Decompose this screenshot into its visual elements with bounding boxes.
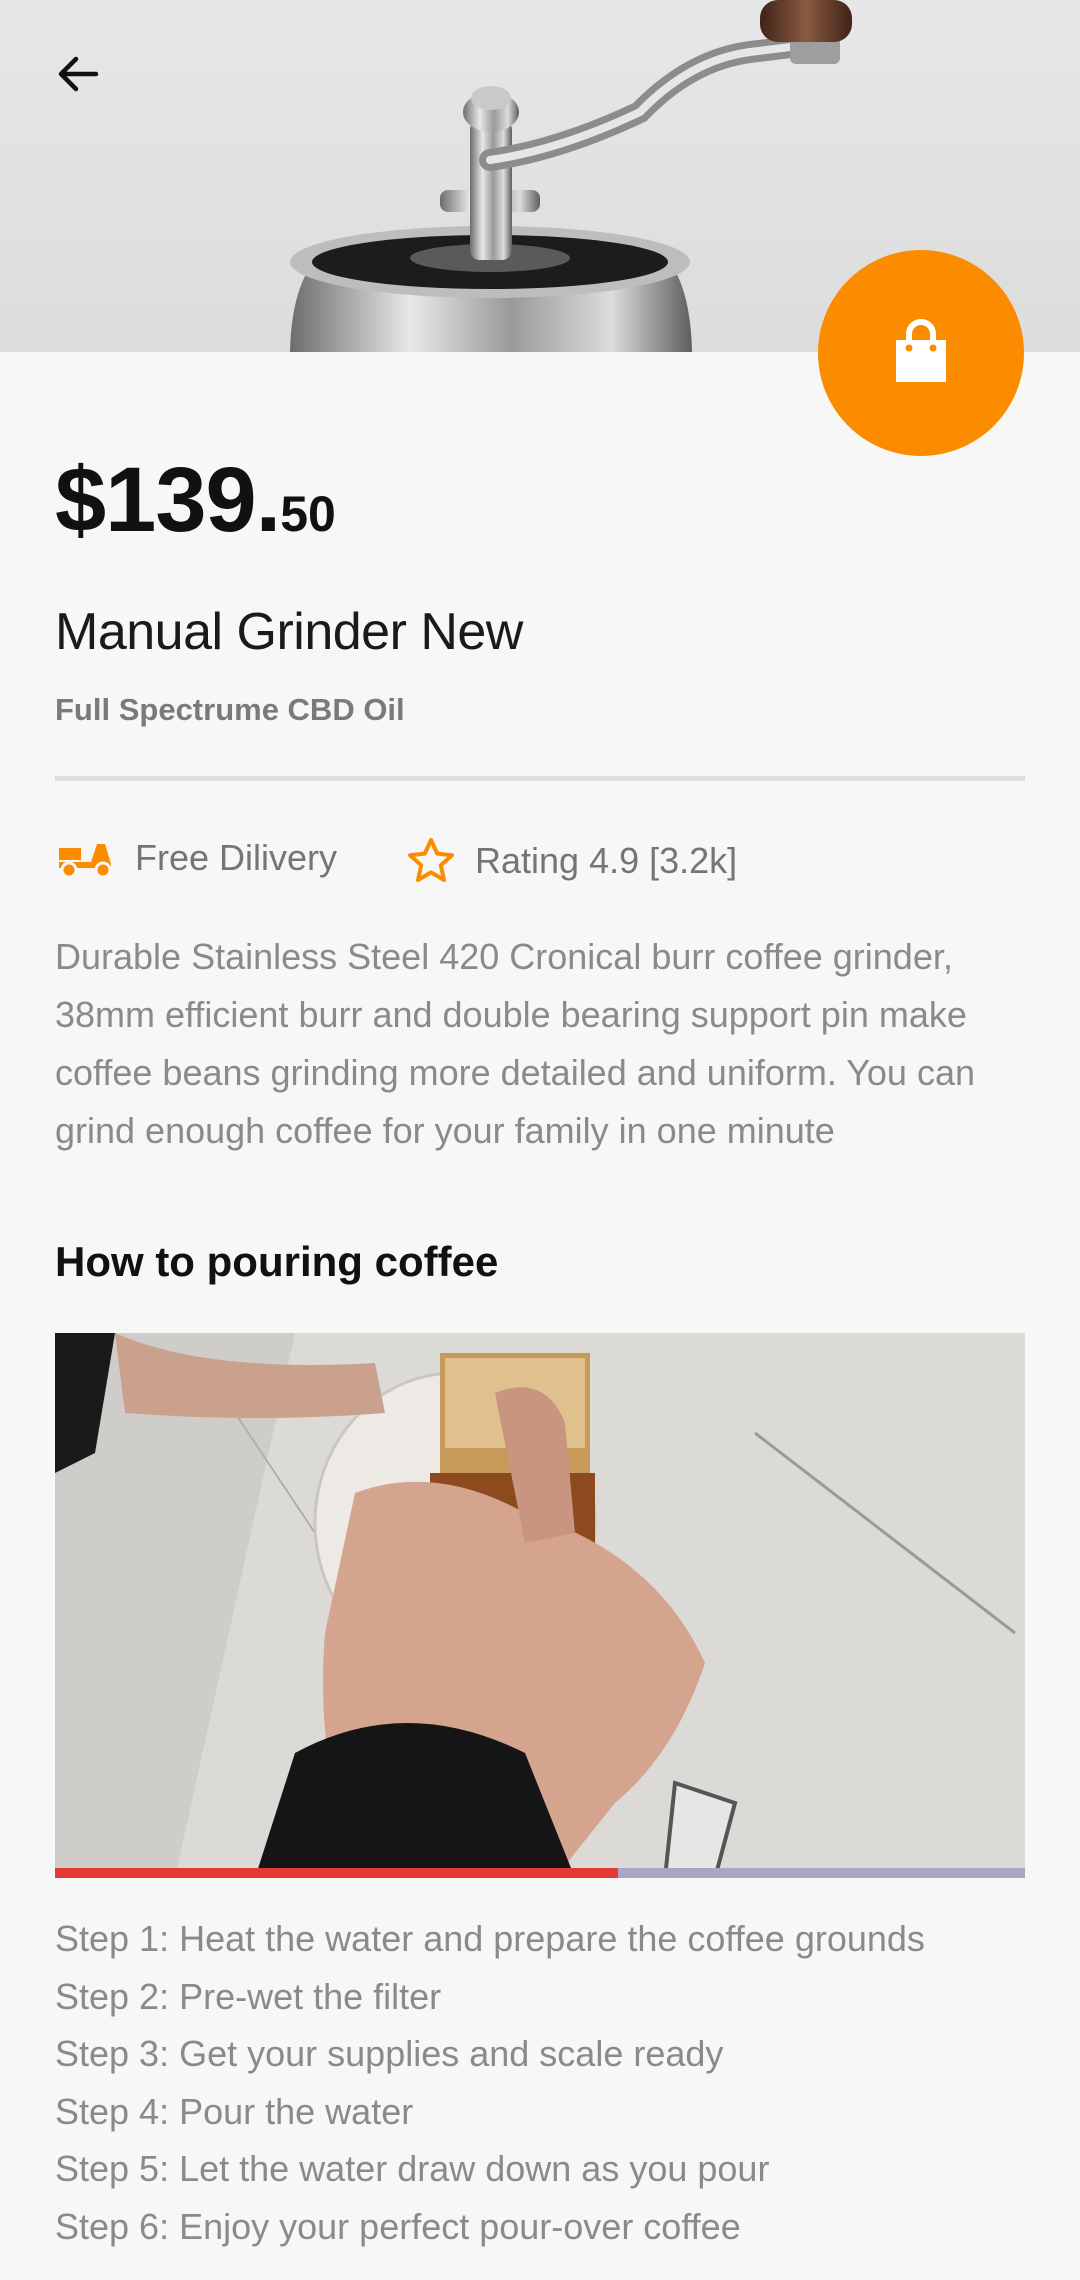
product-title: Manual Grinder New xyxy=(55,603,523,661)
delivery-scooter-icon xyxy=(59,844,112,879)
free-delivery-label: Free Dilivery xyxy=(135,837,338,878)
step-item: Step 4: Pour the water xyxy=(55,2090,414,2132)
add-to-cart-button[interactable] xyxy=(818,250,1024,456)
back-button[interactable] xyxy=(40,36,116,112)
step-item: Step 1: Heat the water and prepare the c… xyxy=(55,1918,925,1959)
shopping-bag-icon xyxy=(896,319,946,382)
product-description: Durable Stainless Steel 420 Cronical bur… xyxy=(55,936,975,1151)
arrow-left-icon xyxy=(58,56,99,92)
product-price: $139.50 xyxy=(55,448,336,553)
how-to-title: How to pouring coffee xyxy=(55,1238,499,1285)
product-subtitle: Full Spectrume CBD Oil xyxy=(55,692,405,727)
step-item: Step 3: Get your supplies and scale read… xyxy=(55,2033,724,2075)
video-progress-bar[interactable] xyxy=(55,1868,1025,1878)
step-item: Step 2: Pre-wet the filter xyxy=(55,1975,442,2017)
divider xyxy=(55,776,1025,781)
rating-feature: Rating 4.9 [3.2k] xyxy=(405,836,737,886)
step-item: Step 5: Let the water draw down as you p… xyxy=(55,2148,770,2190)
steps-list: Step 1: Heat the water and prepare the c… xyxy=(55,1910,1045,2256)
video-progress-played xyxy=(55,1868,618,1878)
step-item: Step 6: Enjoy your perfect pour-over cof… xyxy=(55,2205,741,2247)
free-delivery-feature: Free Dilivery xyxy=(55,836,337,880)
video-frame xyxy=(55,1333,1025,1878)
price-cents: 50 xyxy=(280,486,336,542)
price-main: $139. xyxy=(55,449,281,551)
how-to-video[interactable] xyxy=(55,1333,1025,1878)
star-outline-icon xyxy=(408,838,454,882)
rating-label: Rating 4.9 [3.2k] xyxy=(475,840,738,881)
